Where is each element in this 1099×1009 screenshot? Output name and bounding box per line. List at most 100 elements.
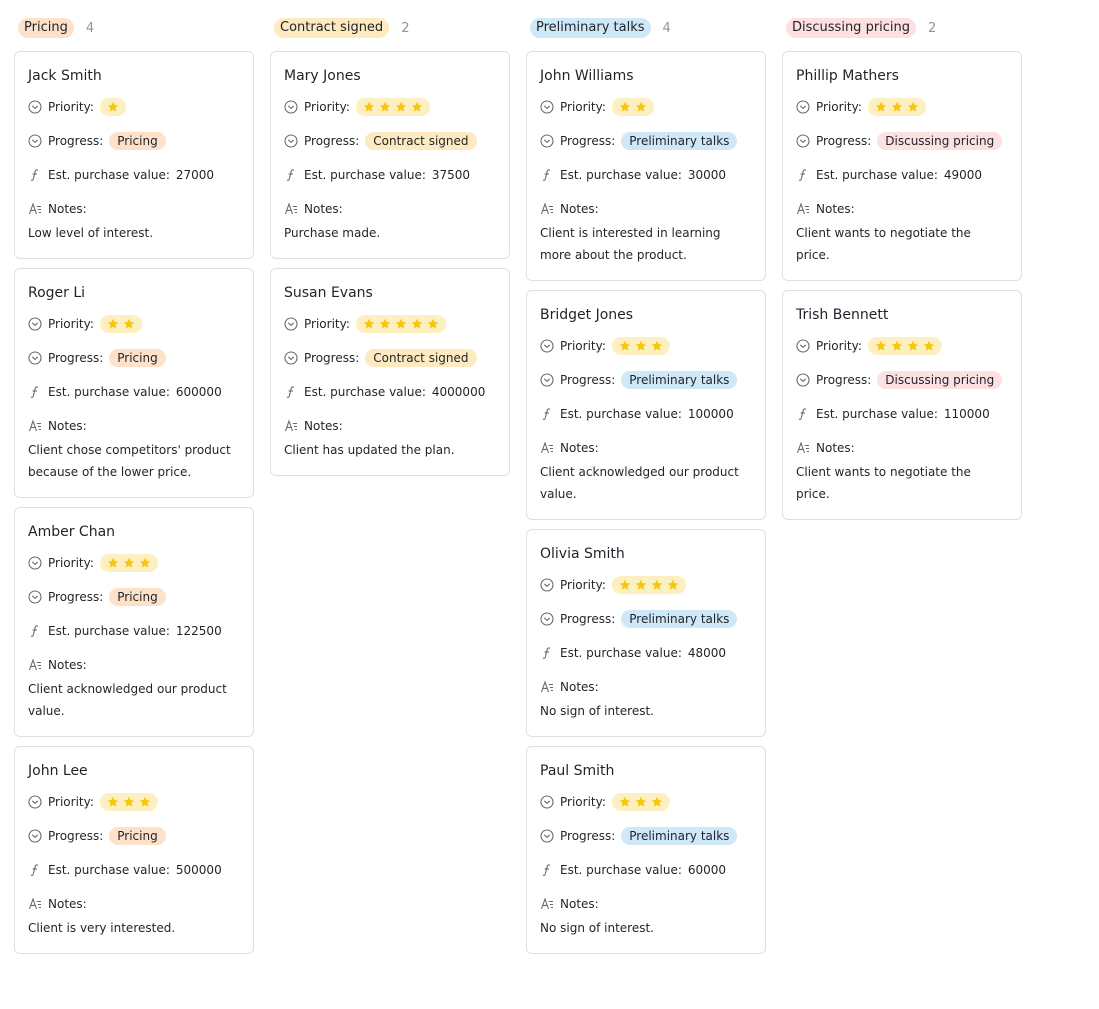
- purchase-value: 500000: [175, 863, 222, 877]
- field-label: Notes:: [48, 897, 87, 911]
- priority-field: Priority:: [540, 333, 752, 359]
- card-title: John Williams: [540, 68, 634, 84]
- priority-rating: [867, 337, 942, 355]
- star-icon: [107, 557, 119, 568]
- field-label: Priority:: [304, 100, 350, 114]
- star-icon: [139, 796, 151, 807]
- record-card[interactable]: John Lee Priority: Progress: Pricing Est. pu…: [14, 746, 254, 954]
- star-icon: [891, 340, 903, 351]
- column-header: Contract signed 2: [270, 16, 510, 40]
- progress-tag: Preliminary talks: [621, 132, 738, 150]
- field-label: Notes:: [560, 680, 599, 694]
- star-icon: [107, 101, 119, 112]
- notes-field: Notes:: [284, 196, 496, 222]
- priority-rating: [355, 98, 430, 116]
- record-card[interactable]: Olivia Smith Priority: Progress: Preliminar…: [526, 529, 766, 737]
- priority-field: Priority:: [796, 94, 1008, 120]
- notes-text: Client is interested in learning more ab…: [540, 226, 721, 262]
- column-tag: Pricing: [18, 18, 74, 38]
- priority-rating: [611, 793, 670, 811]
- star-icon: [395, 101, 407, 112]
- field-label: Progress:: [560, 373, 616, 387]
- purchase-value: 600000: [175, 385, 222, 399]
- card-title: Mary Jones: [284, 68, 361, 84]
- field-label: Priority:: [560, 795, 606, 809]
- field-label: Progress:: [816, 373, 872, 387]
- field-label: Progress:: [48, 829, 104, 843]
- field-label: Priority:: [48, 100, 94, 114]
- purchase-value-field: Est. purchase value: 27000: [28, 162, 240, 188]
- progress-tag: Preliminary talks: [621, 371, 738, 389]
- priority-field: Priority:: [540, 94, 752, 120]
- field-label: Est. purchase value:: [304, 168, 426, 182]
- purchase-value-field: Est. purchase value: 60000: [540, 857, 752, 883]
- formula-icon: [540, 646, 554, 660]
- record-card[interactable]: Phillip Mathers Priority: Progress: Discuss…: [782, 51, 1022, 281]
- chevron-circle-icon: [284, 317, 298, 331]
- column-discussing-pricing: Discussing pricing 2 Phillip Mathers Priori…: [782, 16, 1022, 963]
- formula-icon: [28, 624, 42, 638]
- priority-rating: [99, 793, 158, 811]
- card-title: Jack Smith: [28, 68, 102, 84]
- purchase-value: 49000: [943, 168, 983, 182]
- chevron-circle-icon: [540, 612, 554, 626]
- field-label: Notes:: [48, 202, 87, 216]
- column-contract-signed: Contract signed 2 Mary Jones Priority: Progr…: [270, 16, 510, 963]
- formula-icon: [796, 168, 810, 182]
- purchase-value-field: Est. purchase value: 30000: [540, 162, 752, 188]
- star-icon: [123, 318, 135, 329]
- priority-rating: [355, 315, 446, 333]
- record-card[interactable]: Mary Jones Priority: Progress: Contract sig…: [270, 51, 510, 259]
- priority-field: Priority:: [540, 572, 752, 598]
- progress-field: Progress: Discussing pricing: [796, 367, 1008, 393]
- star-icon: [651, 340, 663, 351]
- text-field-icon: [28, 658, 42, 672]
- card-title: Bridget Jones: [540, 307, 634, 323]
- purchase-value: 37500: [431, 168, 471, 182]
- priority-rating: [867, 98, 926, 116]
- field-label: Progress:: [304, 134, 360, 148]
- column-header: Preliminary talks 4: [526, 16, 766, 40]
- progress-tag: Discussing pricing: [877, 371, 1003, 389]
- record-card[interactable]: Bridget Jones Priority: Progress: Prelimina…: [526, 290, 766, 520]
- record-card[interactable]: John Williams Priority: Progress: Prelimina…: [526, 51, 766, 281]
- field-label: Progress:: [560, 612, 616, 626]
- field-label: Est. purchase value:: [48, 168, 170, 182]
- chevron-circle-icon: [28, 590, 42, 604]
- star-icon: [107, 318, 119, 329]
- field-label: Priority:: [48, 795, 94, 809]
- record-card[interactable]: Paul Smith Priority: Progress: Preliminary …: [526, 746, 766, 954]
- field-label: Notes:: [304, 419, 343, 433]
- text-field-icon: [540, 680, 554, 694]
- column-count: 2: [401, 20, 410, 36]
- notes-text: Client wants to negotiate the price.: [796, 226, 971, 262]
- star-icon: [635, 796, 647, 807]
- field-label: Notes:: [560, 441, 599, 455]
- record-card[interactable]: Amber Chan Priority: Progress: Pricing Est. …: [14, 507, 254, 737]
- notes-text: Low level of interest.: [28, 226, 154, 240]
- purchase-value-field: Est. purchase value: 100000: [540, 401, 752, 427]
- purchase-value: 100000: [687, 407, 734, 421]
- text-field-icon: [284, 419, 298, 433]
- star-icon: [875, 101, 887, 112]
- record-card[interactable]: Trish Bennett Priority: Progress: Discussin…: [782, 290, 1022, 520]
- chevron-circle-icon: [28, 134, 42, 148]
- chevron-circle-icon: [796, 339, 810, 353]
- star-icon: [619, 579, 631, 590]
- field-label: Notes:: [560, 897, 599, 911]
- field-label: Est. purchase value:: [560, 646, 682, 660]
- record-card[interactable]: Susan Evans Priority: Progress: Contract si…: [270, 268, 510, 476]
- notes-field: Notes:: [540, 196, 752, 222]
- notes-field: Notes:: [28, 891, 240, 917]
- chevron-circle-icon: [28, 100, 42, 114]
- chevron-circle-icon: [540, 100, 554, 114]
- record-card[interactable]: Jack Smith Priority: Progress: Pricing Est. …: [14, 51, 254, 259]
- field-label: Notes:: [48, 419, 87, 433]
- star-icon: [363, 318, 375, 329]
- record-card[interactable]: Roger Li Priority: Progress: Pricing Est. pu…: [14, 268, 254, 498]
- field-label: Progress:: [48, 134, 104, 148]
- progress-tag: Preliminary talks: [621, 827, 738, 845]
- priority-field: Priority:: [284, 311, 496, 337]
- text-field-icon: [540, 897, 554, 911]
- priority-rating: [611, 98, 654, 116]
